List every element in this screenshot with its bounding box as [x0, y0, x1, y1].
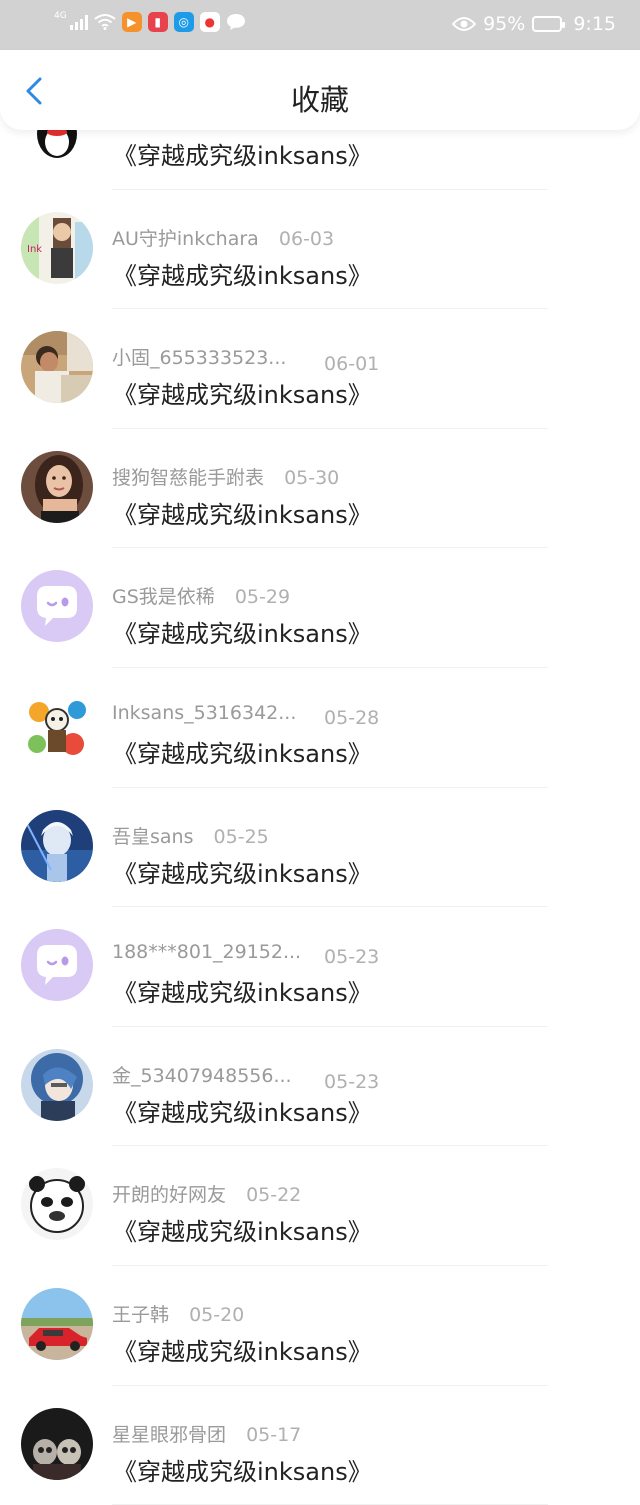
- avatar[interactable]: [21, 809, 93, 882]
- book-title[interactable]: 《穿越成究级inksans》: [113, 375, 372, 410]
- user-name[interactable]: AU守护inkchara: [112, 224, 259, 251]
- page-title: 收藏: [290, 83, 349, 117]
- book-title[interactable]: 《穿越成究级inksans》: [113, 614, 372, 649]
- date-label: 05-20: [189, 1303, 245, 1326]
- item-meta: AU守护inkchara 06-03: [112, 224, 334, 251]
- avatar[interactable]: [21, 570, 93, 643]
- item-meta: 王子韩 05-20: [112, 1300, 244, 1327]
- avatar[interactable]: [21, 929, 93, 1002]
- avatar[interactable]: [21, 331, 93, 404]
- list-item[interactable]: 金_53407948556... 05-23 《穿越成究级inksans》: [0, 1027, 640, 1147]
- weibo-app-icon: ●: [199, 12, 220, 32]
- avatar[interactable]: [21, 1407, 93, 1480]
- list-item[interactable]: Ink AU守护inkchara 06-03 《穿越成究级inksans》: [0, 190, 640, 310]
- book-title[interactable]: 《穿越成究级inksans》: [113, 1452, 372, 1487]
- book-title[interactable]: 《穿越成究级inksans》: [113, 734, 372, 769]
- item-meta: 188***801_29152... 05-23: [112, 941, 379, 968]
- book-title[interactable]: 《穿越成究级inksans》: [113, 973, 372, 1008]
- video-app-icon: ▶: [121, 12, 142, 32]
- user-name[interactable]: GS我是依稀: [112, 582, 215, 609]
- list-item[interactable]: 吾皇sans 05-25 《穿越成究级inksans》: [0, 788, 640, 908]
- user-name[interactable]: Inksans_5316342...: [112, 702, 304, 724]
- book-title[interactable]: 《穿越成究级inksans》: [113, 1332, 372, 1367]
- item-meta: 星星眼邪骨团 05-17: [112, 1420, 301, 1447]
- date-label: 05-30: [284, 466, 340, 489]
- battery-percent: 95%: [483, 13, 526, 35]
- item-meta: Inksans_5316342... 05-28: [112, 702, 379, 729]
- item-meta: 吾皇sans 05-25: [112, 822, 269, 849]
- list-item[interactable]: 开朗的好网友 05-22 《穿越成究级inksans》: [0, 1146, 640, 1266]
- avatar[interactable]: [21, 1168, 93, 1241]
- date-label: 05-23: [324, 1070, 380, 1093]
- avatar[interactable]: [21, 450, 93, 523]
- user-name[interactable]: 王子韩: [112, 1300, 169, 1327]
- item-meta: 金_53407948556... 05-23: [112, 1061, 379, 1093]
- avatar[interactable]: [21, 1048, 93, 1121]
- date-label: 05-25: [213, 825, 269, 848]
- message-icon: [226, 14, 245, 30]
- user-name[interactable]: 搜狗智慈能手跗表: [112, 463, 264, 490]
- avatar[interactable]: [21, 689, 93, 762]
- user-name[interactable]: 吾皇sans: [112, 822, 193, 849]
- battery-icon: [532, 16, 566, 32]
- favorites-list: 《穿越成究级inksans》 Ink AU守护inkchara 06-03 《穿…: [0, 70, 640, 1505]
- book-title[interactable]: 《穿越成究级inksans》: [113, 1212, 372, 1247]
- item-meta: 搜狗智慈能手跗表 05-30: [112, 463, 339, 490]
- user-name[interactable]: 188***801_29152...: [112, 941, 304, 963]
- date-label: 05-28: [324, 706, 380, 729]
- avatar[interactable]: [21, 1287, 93, 1360]
- network-type: 4G: [54, 10, 67, 21]
- list-item[interactable]: GS我是依稀 05-29 《穿越成究级inksans》: [0, 548, 640, 668]
- status-bar: 4G ▶ ▮ ◎ ● 95% 9:15: [0, 0, 640, 50]
- date-label: 05-29: [234, 586, 291, 609]
- list-item[interactable]: Inksans_5316342... 05-28 《穿越成究级inksans》: [0, 668, 640, 788]
- eye-icon: [452, 17, 477, 31]
- book-title[interactable]: 《穿越成究级inksans》: [113, 854, 372, 889]
- date-label: 06-01: [324, 353, 380, 376]
- book-title[interactable]: 《穿越成究级inksans》: [113, 136, 372, 171]
- date-label: 05-23: [324, 946, 380, 969]
- header-bar: 收藏: [0, 50, 640, 130]
- signal-icon: [69, 14, 88, 30]
- svg-text:Ink: Ink: [27, 244, 42, 255]
- avatar[interactable]: Ink: [21, 211, 93, 284]
- book-title[interactable]: 《穿越成究级inksans》: [113, 256, 372, 291]
- clock: 9:15: [573, 13, 616, 35]
- list-item[interactable]: 搜狗智慈能手跗表 05-30 《穿越成究级inksans》: [0, 429, 640, 549]
- user-name[interactable]: 小固_655333523...: [112, 343, 304, 370]
- item-meta: GS我是依稀 05-29: [112, 582, 290, 609]
- book-title[interactable]: 《穿越成究级inksans》: [113, 1093, 372, 1128]
- wifi-icon: [94, 14, 116, 30]
- user-name[interactable]: 开朗的好网友: [112, 1180, 226, 1207]
- date-label: 05-22: [246, 1184, 302, 1207]
- list-item[interactable]: 星星眼邪骨团 05-17 《穿越成究级inksans》: [0, 1386, 640, 1505]
- item-meta: 小固_655333523... 06-01: [112, 343, 379, 375]
- user-name[interactable]: 金_53407948556...: [112, 1061, 304, 1088]
- user-name[interactable]: 星星眼邪骨团: [112, 1420, 226, 1447]
- item-meta: 开朗的好网友 05-22: [112, 1180, 301, 1207]
- list-item[interactable]: 小固_655333523... 06-01 《穿越成究级inksans》: [0, 309, 640, 429]
- search-app-icon: ◎: [173, 12, 194, 32]
- reader-app-icon: ▮: [147, 12, 168, 32]
- list-item[interactable]: 王子韩 05-20 《穿越成究级inksans》: [0, 1266, 640, 1386]
- date-label: 05-17: [246, 1423, 302, 1446]
- book-title[interactable]: 《穿越成究级inksans》: [113, 495, 372, 530]
- list-item[interactable]: 188***801_29152... 05-23 《穿越成究级inksans》: [0, 907, 640, 1027]
- date-label: 06-03: [278, 227, 335, 250]
